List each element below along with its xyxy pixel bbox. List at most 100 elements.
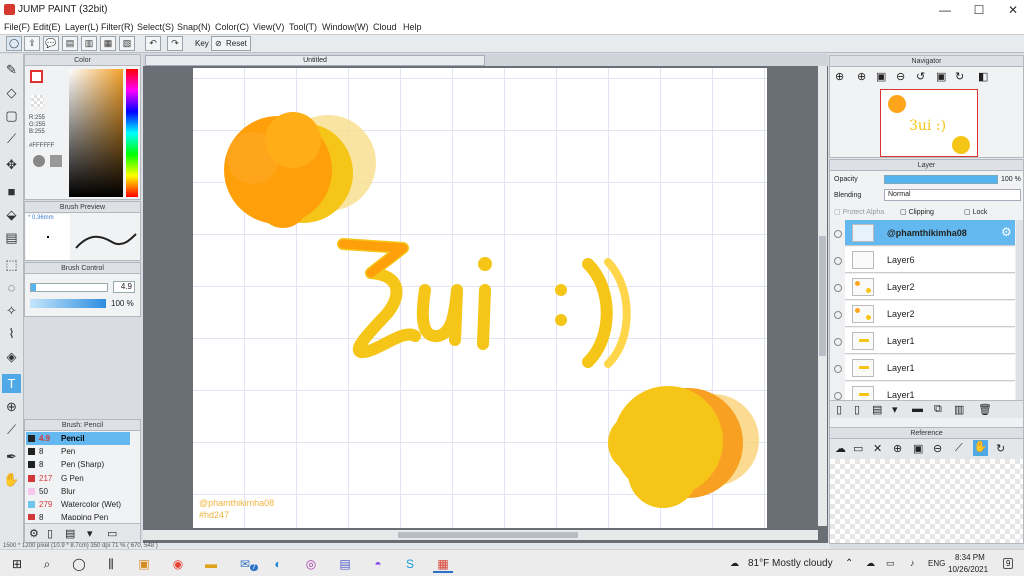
ref-rotate-icon[interactable]: ↻ (996, 442, 1005, 455)
skype-icon[interactable]: S (400, 555, 420, 573)
foreground-color-swatch[interactable] (30, 70, 43, 83)
visibility-icon[interactable] (834, 365, 842, 373)
background-color-swatch[interactable] (31, 95, 44, 108)
weather-icon[interactable]: ☁ (730, 558, 739, 569)
teams-icon[interactable]: ▤ (335, 555, 355, 573)
brush-item-watercolor[interactable]: 279 Watercolor (Wet) (26, 498, 130, 511)
layer-row[interactable]: Layer1 (845, 355, 1015, 381)
lock-checkbox[interactable]: ▢ Lock (964, 208, 987, 216)
windows-start-icon[interactable]: ⊞ (7, 555, 27, 573)
brush-item-mapping-pen[interactable]: 8 Mapping Pen (26, 511, 130, 520)
new-brush-icon[interactable]: ▯ (47, 527, 53, 540)
text-tool-icon[interactable]: T (2, 374, 21, 393)
layer-settings-alt-icon[interactable]: ▥ (954, 403, 964, 416)
menu-view[interactable]: View(V) (253, 22, 284, 32)
canvas-vertical-scrollbar[interactable] (818, 66, 827, 526)
menu-edit[interactable]: Edit(E) (33, 22, 61, 32)
file-explorer-icon[interactable]: ▬ (201, 555, 221, 573)
palette-icon[interactable] (33, 155, 45, 167)
menu-select[interactable]: Select(S) (137, 22, 174, 32)
menu-color[interactable]: Color(C) (215, 22, 249, 32)
layer-menu-icon[interactable]: ▾ (892, 403, 898, 416)
bucket-tool-icon[interactable]: ⬙ (2, 205, 21, 224)
canvas-horizontal-scrollbar[interactable] (143, 530, 818, 540)
gradient-tool-icon[interactable]: ▤ (2, 228, 21, 247)
close-reference-icon[interactable]: ✕ (873, 442, 882, 455)
ref-eyedropper-icon[interactable]: ⟋ (955, 442, 963, 455)
merge-icon[interactable]: ⧉ (934, 403, 942, 416)
brush-menu-icon[interactable]: ▾ (87, 527, 93, 540)
cloud-upload-icon[interactable]: ☁ (835, 442, 846, 455)
picker-icon[interactable] (50, 155, 62, 167)
hand-tool-icon[interactable]: ✋ (2, 470, 21, 489)
menu-filter[interactable]: Filter(R) (101, 22, 134, 32)
select-pen-icon[interactable]: ⌇ (2, 324, 21, 343)
task-view-icon[interactable]: ◯ (69, 555, 89, 573)
search-icon[interactable]: ⌕ (37, 555, 57, 573)
chevron-up-icon[interactable]: ⌃ (845, 558, 853, 569)
clipping-checkbox[interactable]: ▢ Clipping (900, 208, 934, 216)
zoom-out-icon[interactable]: ⊖ (896, 70, 905, 83)
messenger-icon[interactable]: ◓ (368, 555, 388, 573)
layer-row[interactable]: Layer6 (845, 247, 1015, 273)
brush-opacity-slider[interactable] (30, 299, 106, 308)
visibility-icon[interactable] (834, 311, 842, 319)
chrome-icon[interactable]: ◉ (168, 555, 188, 573)
new-layer-icon[interactable]: ▯ (836, 403, 842, 416)
brush-item-g-pen[interactable]: 217 G Pen (26, 472, 130, 485)
brush-item-blur[interactable]: 50 Blur (26, 485, 130, 498)
volume-icon[interactable]: ♪ (910, 558, 915, 568)
visibility-icon[interactable] (834, 284, 842, 292)
move-tool-icon[interactable]: ✥ (2, 155, 21, 174)
layer-row[interactable]: Layer2 (845, 301, 1015, 327)
comic-icon[interactable]: ▤ (62, 36, 78, 51)
open-folder-icon[interactable]: ▭ (853, 442, 863, 455)
brush-size-value[interactable]: 4.9 (113, 281, 135, 293)
magic-wand-icon[interactable]: ✧ (2, 301, 21, 320)
copy-brush-icon[interactable]: ▤ (65, 527, 75, 540)
redo-icon[interactable]: ↷ (167, 36, 183, 51)
layer-settings-icon[interactable]: ⚙ (1001, 225, 1012, 239)
layer-folder-icon[interactable]: ▬ (912, 403, 923, 415)
page-icon[interactable]: ▥ (81, 36, 97, 51)
eraser-tool-icon[interactable]: ◇ (2, 83, 21, 102)
protect-alpha-checkbox[interactable]: ▢ Protect Alpha (834, 208, 884, 216)
rotate-right-icon[interactable]: ↻ (955, 70, 964, 83)
brush-folder-icon[interactable]: ▭ (107, 527, 117, 540)
ref-zoom-in-icon[interactable]: ⊕ (893, 442, 902, 455)
layer-row-active[interactable]: @phamthikimha08 ⚙ (845, 220, 1015, 246)
reset-button[interactable]: ⊘ Reset (211, 36, 251, 51)
layer-scrollbar[interactable] (1016, 220, 1023, 400)
menu-layer[interactable]: Layer(L) (65, 22, 99, 32)
rotate-left-icon[interactable]: ↺ (916, 70, 925, 83)
visibility-icon[interactable] (834, 392, 842, 400)
flip-icon[interactable]: ◧ (978, 70, 988, 83)
layer-row[interactable]: Layer1 (845, 328, 1015, 354)
pen-tool-icon[interactable]: ✒ (2, 447, 21, 466)
eyedropper-icon[interactable]: ⟋ (2, 420, 21, 439)
reference-viewer[interactable] (830, 459, 1023, 543)
brush-item-pencil[interactable]: 4.9 Pencil (26, 432, 130, 445)
clock-date[interactable]: 10/26/2021 (948, 565, 988, 574)
zoom-in-alt-icon[interactable]: ⊕ (857, 70, 866, 83)
zoom-move-icon[interactable]: ⊕ (2, 397, 21, 416)
comment-icon[interactable]: 💬 (43, 36, 59, 51)
menu-cloud[interactable]: Cloud (373, 22, 397, 32)
brush-item-pen-sharp[interactable]: 8 Pen (Sharp) (26, 458, 130, 471)
drawing-canvas[interactable]: @phamthikimha08 #hd247 (193, 68, 767, 528)
maximize-button[interactable]: ☐ (962, 1, 996, 19)
brush-tool-icon[interactable]: ✎ (2, 60, 21, 79)
line-tool-icon[interactable]: ⟋ (2, 129, 21, 148)
visibility-icon[interactable] (834, 230, 842, 238)
hue-slider[interactable] (126, 69, 138, 197)
fit-icon[interactable]: ▣ (876, 70, 886, 83)
close-button[interactable]: ✕ (996, 1, 1024, 19)
saturation-value-field[interactable] (69, 69, 123, 197)
share-icon[interactable]: ⇪ (24, 36, 40, 51)
menu-help[interactable]: Help (403, 22, 422, 32)
menu-snap[interactable]: Snap(N) (177, 22, 211, 32)
widgets-icon[interactable]: ⫼ (101, 555, 121, 573)
menu-window[interactable]: Window(W) (322, 22, 369, 32)
brush-settings-icon[interactable]: ⚙ (29, 527, 39, 540)
duplicate-layer-icon[interactable]: ▤ (872, 403, 882, 416)
